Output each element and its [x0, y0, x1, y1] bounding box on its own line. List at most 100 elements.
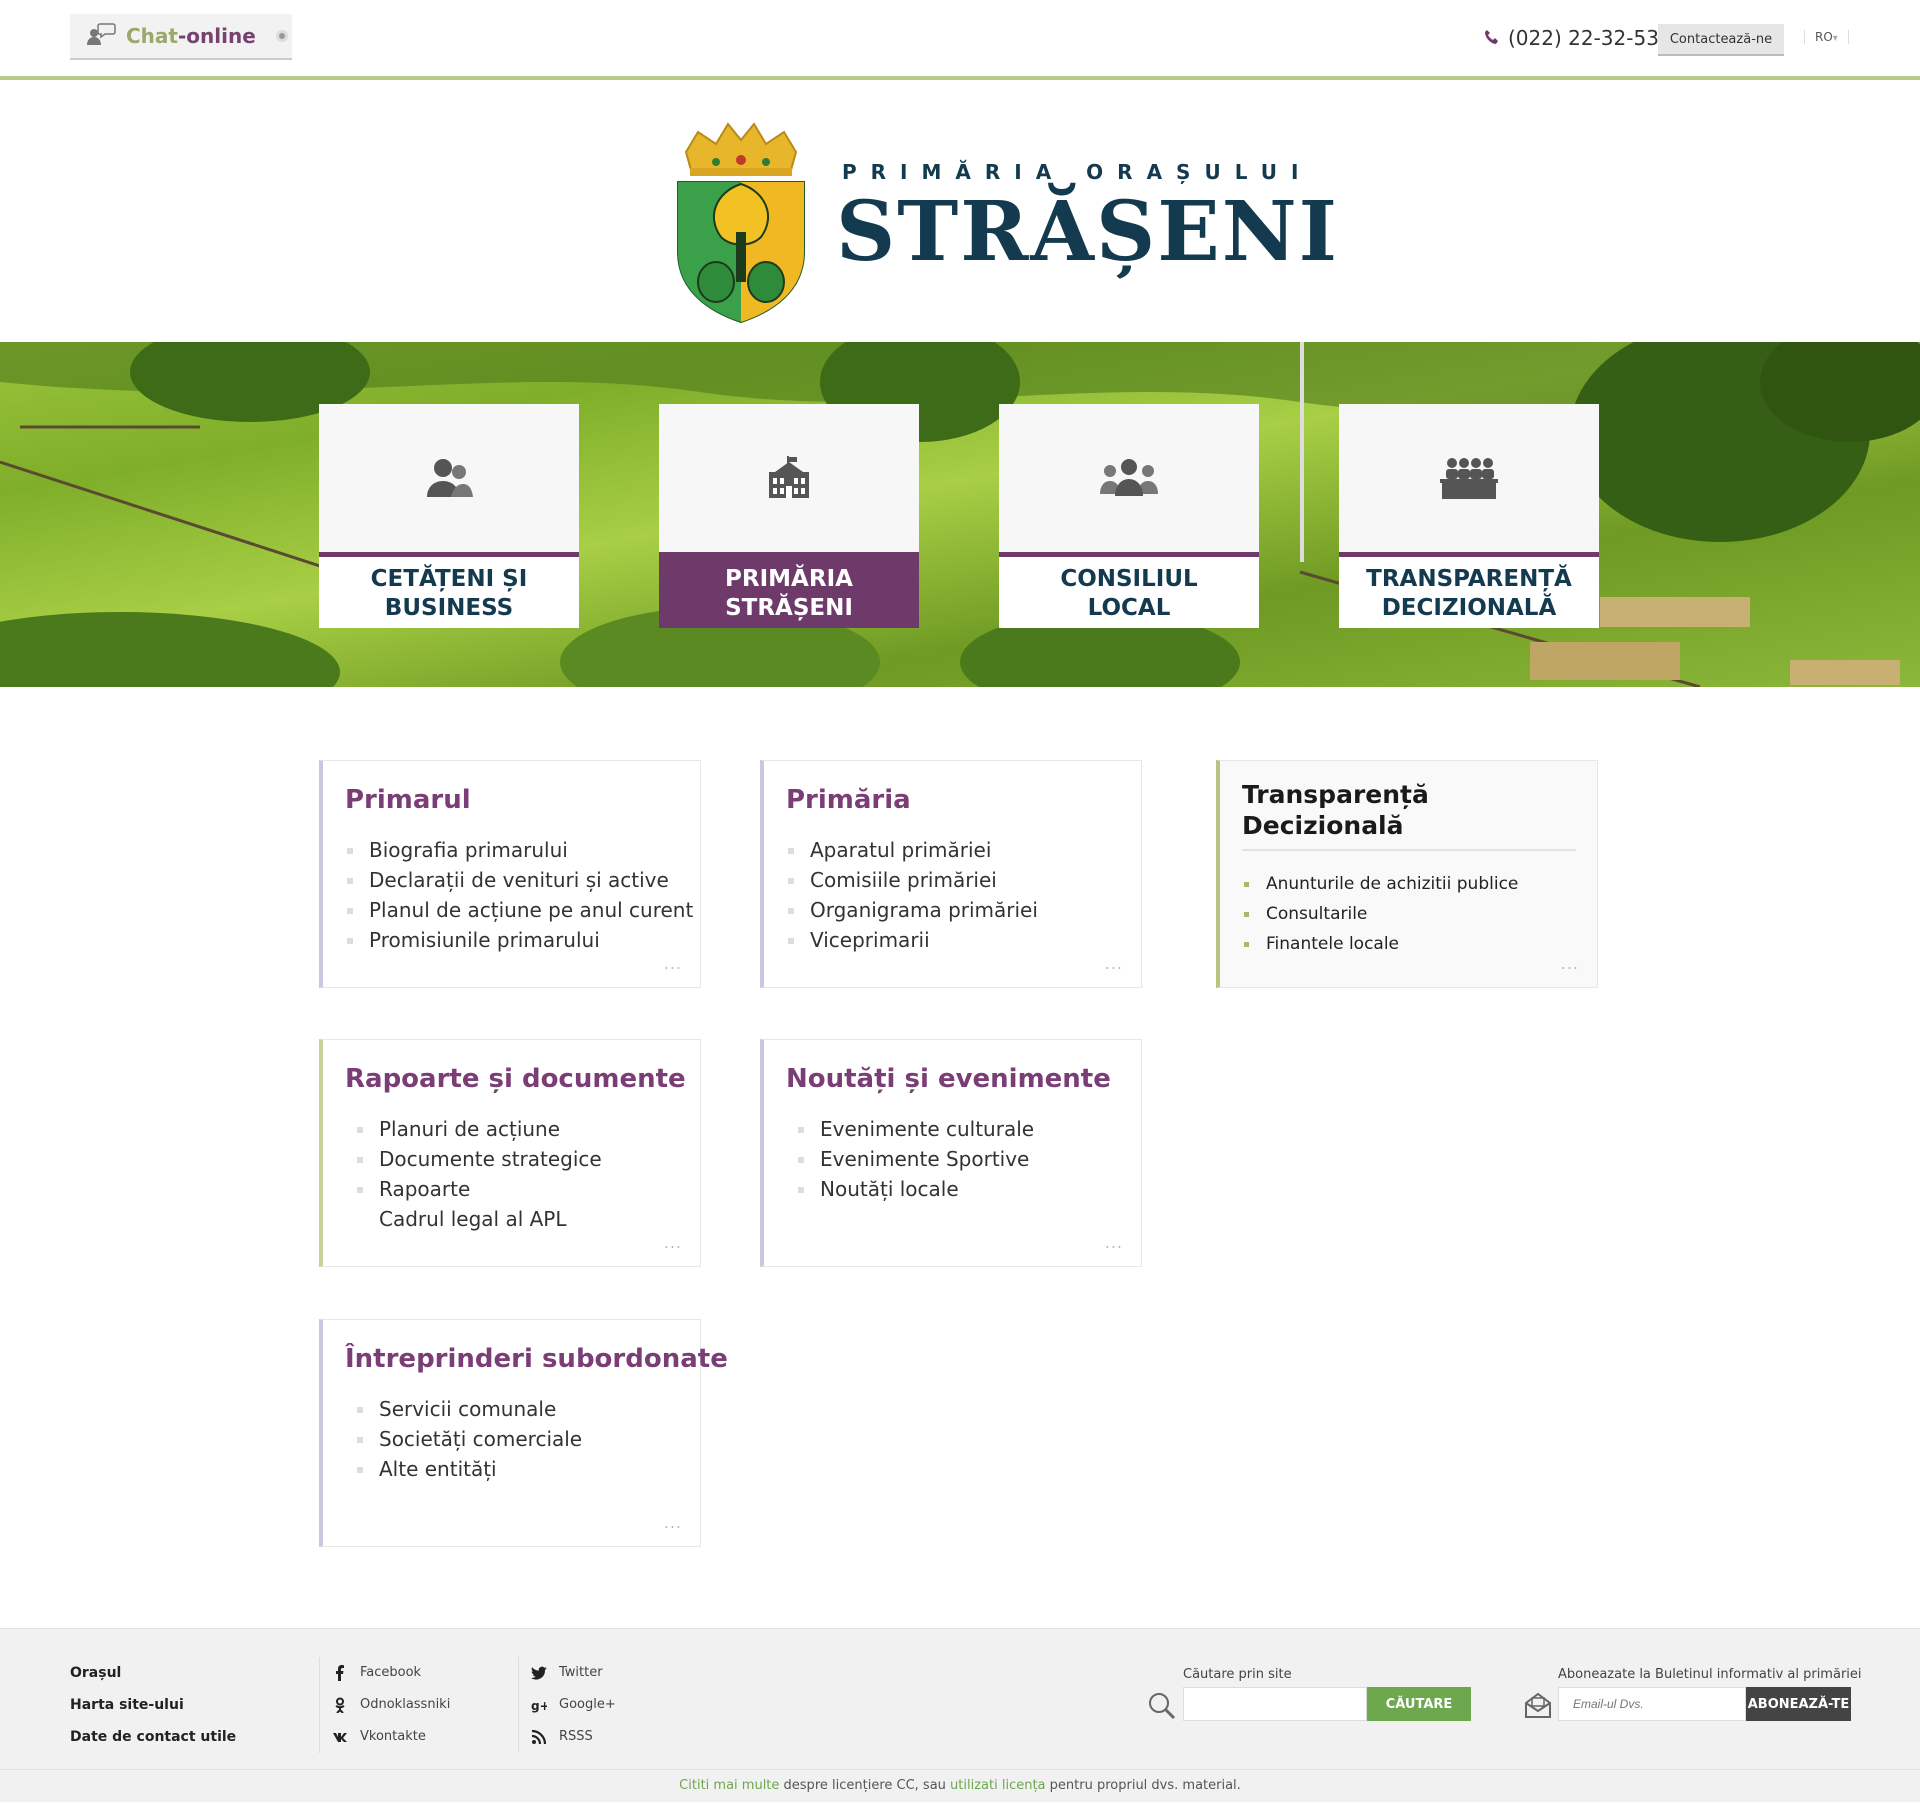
license-notice: Cititi mai multe despre licențiere CC, s… — [0, 1769, 1920, 1803]
more-icon[interactable]: ... — [1105, 954, 1123, 973]
phone-number[interactable]: (022) 22-32-53 — [1484, 26, 1659, 50]
site-logo[interactable]: PRIMĂRIA ORAȘULUI STRĂȘENI — [676, 122, 1337, 332]
list-item[interactable]: Documente strategice — [357, 1144, 602, 1174]
hero-card-label-line2: BUSINESS — [384, 594, 514, 621]
chat-label-a: Chat — [126, 24, 178, 48]
card-list: Planuri de acțiune Documente strategice … — [357, 1114, 602, 1234]
list-item[interactable]: Consultarile — [1244, 899, 1518, 929]
phone-text: (022) 22-32-53 — [1508, 26, 1659, 50]
social-label: Google+ — [559, 1697, 616, 1712]
transparency-icon — [1440, 458, 1498, 499]
language-code: RO — [1815, 30, 1833, 44]
hero-card-council[interactable]: CONSILIUL LOCAL — [999, 404, 1259, 628]
card-list: Anunturile de achizitii publice Consulta… — [1244, 869, 1518, 959]
chat-label-b: -online — [177, 24, 256, 48]
landscape-background — [0, 342, 1920, 687]
svg-text:g+: g+ — [531, 1699, 547, 1713]
list-item[interactable]: Organigrama primăriei — [788, 895, 1038, 925]
hero-card-transparency[interactable]: TRANSPARENȚĂ DECIZIONALĂ — [1339, 404, 1599, 628]
footer-link[interactable]: Date de contact utile — [70, 1721, 236, 1753]
list-item[interactable]: Comisiile primăriei — [788, 865, 1038, 895]
more-icon[interactable]: ... — [1105, 1233, 1123, 1252]
card-title[interactable]: Rapoarte și documente — [345, 1064, 686, 1094]
social-link-facebook[interactable]: Facebook — [332, 1657, 450, 1689]
social-link-vkontakte[interactable]: Vkontakte — [332, 1721, 450, 1753]
list-item[interactable]: Alte entități — [357, 1454, 582, 1484]
hero-card-label-line2: DECIZIONALĂ — [1381, 594, 1557, 621]
chat-online-button[interactable]: Chat-online — [70, 14, 292, 60]
list-item[interactable]: Promisiunile primarului — [347, 925, 693, 955]
list-item[interactable]: Rapoarte — [357, 1174, 602, 1204]
google-plus-icon: g+ — [531, 1699, 547, 1713]
footer-link[interactable]: Harta site-ului — [70, 1689, 236, 1721]
list-item[interactable]: Biografia primarului — [347, 835, 693, 865]
social-label: RSSS — [559, 1729, 593, 1744]
email-field[interactable] — [1558, 1687, 1746, 1721]
list-item[interactable]: Planuri de acțiune — [357, 1114, 602, 1144]
social-link-rss[interactable]: RSSS — [531, 1721, 616, 1753]
social-link-odnoklassniki[interactable]: Odnoklassniki — [332, 1689, 450, 1721]
social-link-googleplus[interactable]: g+ Google+ — [531, 1689, 616, 1721]
cityhall-icon — [769, 456, 809, 498]
list-item[interactable]: Noutăți locale — [798, 1174, 1034, 1204]
card-list: Biografia primarului Declarații de venit… — [347, 835, 693, 955]
list-item[interactable]: Cadrul legal al APL — [357, 1204, 602, 1234]
hero-card-citizens[interactable]: CETĂȚENI ȘI BUSINESS — [319, 404, 579, 628]
card-title[interactable]: Noutăți și evenimente — [786, 1064, 1111, 1094]
search-button[interactable]: CĂUTARE — [1367, 1687, 1471, 1721]
hero-card-icon-area — [999, 404, 1259, 552]
logo-title: STRĂȘENI — [836, 184, 1340, 280]
status-dot-icon — [275, 30, 288, 42]
list-item[interactable]: Planul de acțiune pe anul curent — [347, 895, 693, 925]
coat-of-arms-icon — [677, 122, 805, 324]
list-item[interactable]: Servicii comunale — [357, 1394, 582, 1424]
odnoklassniki-icon — [335, 1697, 345, 1713]
chevron-down-icon: ▾ — [1832, 33, 1838, 44]
social-label: Vkontakte — [360, 1729, 426, 1744]
card-list: Evenimente culturale Evenimente Sportive… — [798, 1114, 1034, 1204]
list-item[interactable]: Evenimente culturale — [798, 1114, 1034, 1144]
hero-card-icon-area — [1339, 404, 1599, 552]
language-selector[interactable]: RO▾ — [1804, 30, 1849, 44]
list-item[interactable]: Finantele locale — [1244, 929, 1518, 959]
phone-icon — [1484, 26, 1500, 50]
list-item[interactable]: Evenimente Sportive — [798, 1144, 1034, 1174]
more-icon[interactable]: ... — [664, 1513, 682, 1532]
read-more-link[interactable]: Cititi mai multe — [679, 1778, 779, 1793]
more-icon[interactable]: ... — [664, 1233, 682, 1252]
social-link-twitter[interactable]: Twitter — [531, 1657, 616, 1689]
divider — [1242, 849, 1576, 851]
hero-card-label: PRIMĂRIA STRĂȘENI — [659, 552, 919, 628]
search-input[interactable] — [1183, 1687, 1367, 1721]
list-item[interactable]: Declarații de venituri și active — [347, 865, 693, 895]
license-text: despre licențiere CC, sau — [779, 1778, 951, 1793]
footer-link[interactable]: Orașul — [70, 1657, 236, 1689]
social-label: Odnoklassniki — [360, 1697, 451, 1712]
card-title[interactable]: Primarul — [345, 785, 471, 815]
card-primarul: Primarul Biografia primarului Declarații… — [319, 760, 701, 988]
hero-card-label-line2: LOCAL — [1087, 594, 1171, 621]
subscribe-button[interactable]: ABONEAZĂ-TE — [1746, 1687, 1851, 1721]
more-icon[interactable]: ... — [1561, 954, 1579, 973]
twitter-icon — [531, 1666, 547, 1680]
hero-card-label-line1: PRIMĂRIA — [725, 565, 853, 592]
social-label: Twitter — [559, 1665, 603, 1680]
license-text-end: pentru propriul dvs. material. — [1045, 1778, 1241, 1793]
hero-card-label-line1: TRANSPARENȚĂ — [1366, 565, 1572, 592]
hero-card-cityhall[interactable]: PRIMĂRIA STRĂȘENI — [659, 404, 919, 628]
social-links-2: Twitter g+ Google+ RSSS — [518, 1657, 616, 1753]
social-links-1: Facebook Odnoklassniki Vkontakte — [319, 1657, 450, 1753]
card-title[interactable]: Întreprinderi subordonate — [345, 1344, 728, 1374]
list-item[interactable]: Societăți comerciale — [357, 1424, 582, 1454]
card-title[interactable]: Primăria — [786, 785, 911, 815]
rss-icon — [531, 1729, 547, 1745]
card-title[interactable]: Transparență Decizională — [1242, 779, 1582, 841]
list-item[interactable]: Aparatul primăriei — [788, 835, 1038, 865]
list-item[interactable]: Viceprimarii — [788, 925, 1038, 955]
contact-button[interactable]: Contactează-ne — [1658, 24, 1784, 56]
more-icon[interactable]: ... — [664, 954, 682, 973]
use-license-link[interactable]: utilizati licența — [950, 1778, 1045, 1793]
card-rapoarte: Rapoarte și documente Planuri de acțiune… — [319, 1039, 701, 1267]
list-item[interactable]: Anunturile de achizitii publice — [1244, 869, 1518, 899]
card-list: Aparatul primăriei Comisiile primăriei O… — [788, 835, 1038, 955]
